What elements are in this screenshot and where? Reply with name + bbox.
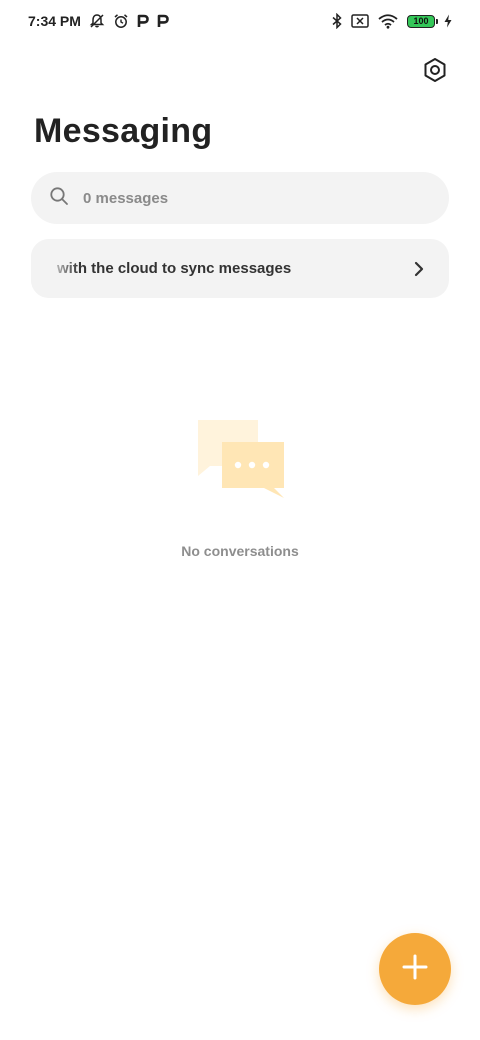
search-icon — [49, 186, 69, 211]
charging-icon — [444, 14, 452, 28]
alarm-icon — [113, 13, 129, 29]
sync-banner[interactable]: with the cloud to sync messages — [31, 239, 449, 298]
notifications-off-icon — [89, 13, 105, 29]
search-input[interactable] — [81, 188, 405, 208]
no-sim-icon — [351, 14, 369, 28]
parking-p-icon — [157, 14, 169, 28]
battery-icon: 100 — [407, 14, 438, 28]
page-title: Messaging — [34, 112, 213, 150]
settings-button[interactable] — [418, 55, 452, 89]
sync-banner-fade — [31, 239, 79, 298]
battery-level: 100 — [413, 16, 429, 26]
search-bar[interactable] — [31, 172, 449, 224]
status-right: 100 — [332, 13, 452, 29]
bluetooth-icon — [332, 13, 342, 29]
status-bar: 7:34 PM 100 — [0, 0, 480, 42]
settings-hex-icon — [422, 57, 448, 88]
new-conversation-button[interactable] — [379, 933, 451, 1005]
sync-banner-text: with the cloud to sync messages — [57, 260, 292, 277]
status-time: 7:34 PM — [28, 13, 81, 29]
wifi-icon — [378, 13, 398, 29]
empty-state-message: No conversations — [181, 543, 299, 559]
chevron-right-icon — [413, 261, 425, 277]
parking-p-icon — [137, 14, 149, 28]
plus-icon — [401, 953, 429, 986]
chat-bubbles-icon — [196, 418, 286, 498]
status-left: 7:34 PM — [28, 13, 169, 29]
